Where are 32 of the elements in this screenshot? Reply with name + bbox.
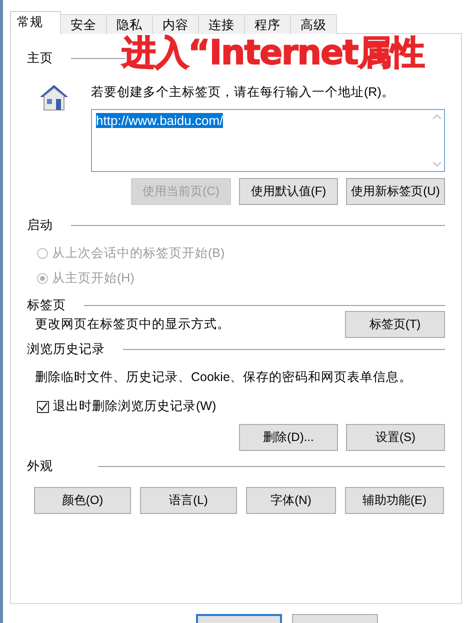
section-heading: 外观 [27,458,53,474]
tab[interactable]: 安全 [60,14,107,34]
tab[interactable]: 程序 [244,14,291,34]
home-page-field[interactable]: http://www.baidu.com/ [91,109,445,172]
section-heading: 标签页 [27,296,66,314]
instruction-text: 若要创建多个主标签页，请在每行输入一个地址(R)。 [91,84,396,101]
appearance-button[interactable]: 语言(L) [140,487,237,514]
section-heading: 主页 [27,50,53,66]
history-button[interactable]: 删除(D)... [239,424,338,451]
tab[interactable]: 内容 [152,14,199,34]
appearance-button[interactable]: 辅助功能(E) [345,487,444,514]
section-heading: 浏览历史记录 [27,340,105,358]
checkbox-label: 退出时删除浏览历史记录(W) [53,398,216,415]
scroll-down-icon[interactable] [433,162,441,167]
description-text: 删除临时文件、历史记录、Cookie、保存的密码和网页表单信息。 [35,369,413,386]
home-button[interactable]: 使用默认值(F) [239,178,338,205]
radio-label: 从主页开始(H) [52,270,134,287]
description-text: 更改网页在标签页中的显示方式。 [35,316,230,333]
tab[interactable]: 常规 [10,11,61,34]
home-button[interactable]: 使用新标签页(U) [346,178,445,205]
appearance-button[interactable]: 颜色(O) [34,487,131,514]
tab[interactable]: 连接 [198,14,245,34]
history-button[interactable]: 设置(S) [346,424,445,451]
appearance-button[interactable]: 字体(N) [246,487,336,514]
tabs-button[interactable]: 标签页(T) [345,311,445,338]
annotation-caption: 进入“Internet属性 [122,32,424,75]
section-heading: 启动 [27,216,53,234]
checkbox[interactable] [37,400,49,412]
tab[interactable]: 高级 [290,14,337,34]
radio-label: 从上次会话中的标签页开始(B) [52,245,225,262]
scroll-up-icon[interactable] [433,114,441,119]
tab[interactable]: 隐私 [106,14,153,34]
